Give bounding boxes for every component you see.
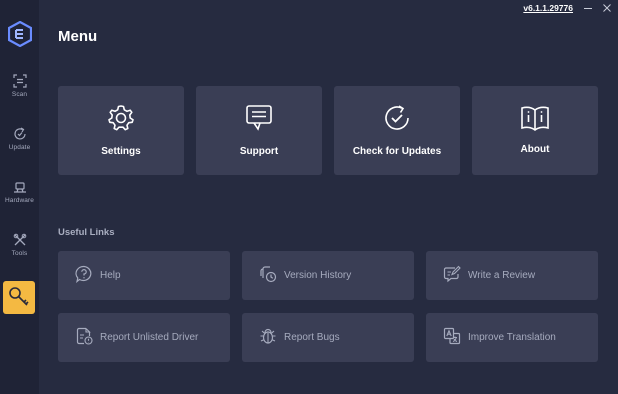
- version-history-link[interactable]: Version History: [242, 251, 414, 300]
- gear-icon: [108, 105, 134, 131]
- sidebar-item-tools[interactable]: Tools: [0, 233, 39, 273]
- translation-icon: [443, 327, 461, 345]
- report-bugs-link[interactable]: Report Bugs: [242, 313, 414, 362]
- chat-icon: [246, 105, 272, 131]
- version-link[interactable]: v6.1.1.29776: [523, 3, 573, 13]
- review-icon: [443, 265, 461, 283]
- version-history-label: Version History: [284, 270, 352, 281]
- sidebar-item-hardware[interactable]: Hardware: [0, 180, 39, 220]
- sidebar-item-label: Hardware: [5, 197, 34, 204]
- bug-icon: [260, 328, 276, 344]
- help-link[interactable]: Help: [58, 251, 230, 300]
- page-title: Menu: [58, 28, 98, 45]
- minimize-icon[interactable]: [582, 2, 594, 14]
- write-a-review-label: Write a Review: [468, 270, 536, 281]
- sidebar-item-update[interactable]: Update: [0, 127, 39, 167]
- title-bar: v6.1.1.29776: [418, 0, 618, 16]
- help-label: Help: [100, 270, 121, 281]
- support-label: Support: [239, 146, 279, 157]
- book-info-icon: [521, 106, 549, 131]
- improve-translation-link[interactable]: Improve Translation: [426, 313, 598, 362]
- about-label: About: [520, 144, 550, 155]
- report-bugs-label: Report Bugs: [284, 332, 340, 343]
- sidebar: Scan Update Hardware Tools: [0, 0, 39, 394]
- app-logo-icon: [8, 21, 32, 47]
- about-card[interactable]: About: [472, 86, 598, 175]
- sidebar-item-label: Scan: [11, 91, 28, 98]
- sidebar-item-menu[interactable]: [3, 281, 35, 314]
- report-driver-icon: [76, 327, 93, 345]
- close-icon[interactable]: [601, 2, 613, 14]
- check-update-icon: [385, 105, 409, 130]
- support-card[interactable]: Support: [196, 86, 322, 175]
- update-icon: [13, 127, 26, 140]
- version-history-icon: [260, 266, 277, 283]
- improve-translation-label: Improve Translation: [468, 332, 556, 343]
- settings-label: Settings: [101, 146, 141, 157]
- check-for-updates-card[interactable]: Check for Updates: [334, 86, 460, 175]
- check-for-updates-label: Check for Updates: [352, 146, 442, 157]
- key-icon: [9, 287, 29, 306]
- settings-card[interactable]: Settings: [58, 86, 184, 175]
- help-icon: [75, 265, 92, 283]
- sidebar-item-label: Update: [8, 144, 31, 151]
- report-unlisted-driver-link[interactable]: Report Unlisted Driver: [58, 313, 230, 362]
- scan-icon: [12, 74, 27, 88]
- tools-icon: [13, 233, 26, 246]
- report-unlisted-driver-label: Report Unlisted Driver: [100, 332, 199, 343]
- sidebar-item-label: Tools: [11, 250, 28, 257]
- sidebar-item-scan[interactable]: Scan: [0, 74, 39, 114]
- write-a-review-link[interactable]: Write a Review: [426, 251, 598, 300]
- hardware-icon: [13, 182, 26, 193]
- useful-links-heading: Useful Links: [58, 227, 115, 238]
